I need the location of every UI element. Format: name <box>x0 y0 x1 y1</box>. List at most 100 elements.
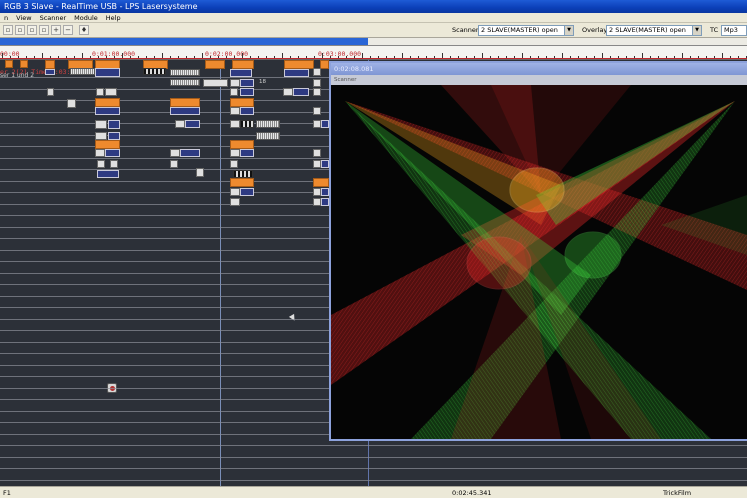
timeline-clip[interactable] <box>20 60 28 68</box>
timeline-clip[interactable] <box>95 132 107 140</box>
timeline-clip[interactable] <box>95 140 120 149</box>
timeline-clip[interactable] <box>105 149 120 157</box>
timeline-clip[interactable] <box>170 160 178 168</box>
timeline-clip[interactable] <box>313 188 321 196</box>
timeline-clip[interactable] <box>205 60 225 69</box>
timeline-clip[interactable] <box>321 160 329 168</box>
timeline-clip[interactable] <box>67 99 76 108</box>
timeline-clip[interactable] <box>230 98 254 107</box>
timeline-clip[interactable] <box>170 79 200 86</box>
timeline-clip[interactable] <box>313 68 321 76</box>
timeline-clip[interactable] <box>96 88 104 96</box>
timeline-clip[interactable] <box>233 170 253 178</box>
timeline-clip[interactable] <box>170 107 200 115</box>
timeline-clip[interactable] <box>170 149 180 157</box>
timeline-clip[interactable] <box>230 88 238 96</box>
timeline-clip[interactable] <box>47 88 54 96</box>
status-time: 0:02:45.341 <box>452 489 492 497</box>
scanner-preview-window[interactable]: 0:02:08.081 Scanner <box>329 61 747 441</box>
menu-scanner[interactable]: Scanner <box>36 13 71 22</box>
timeline-clip[interactable] <box>230 160 238 168</box>
timeline-clip[interactable] <box>95 98 120 107</box>
menu-view[interactable]: View <box>12 13 35 22</box>
timeline-clip[interactable] <box>95 68 120 77</box>
timeline-clip[interactable] <box>313 160 321 168</box>
window-title: RGB 3 Slave - RealTime USB - LPS Lasersy… <box>4 2 198 11</box>
timeline-clip[interactable] <box>313 88 321 96</box>
timeline-clip[interactable] <box>232 60 254 69</box>
timeline-clip[interactable] <box>230 198 240 206</box>
timeline-clip[interactable] <box>284 60 314 69</box>
timeline-clip[interactable] <box>185 120 200 128</box>
timeline-clip[interactable] <box>45 69 55 75</box>
timeline-clip[interactable] <box>180 149 200 157</box>
timeline-clip[interactable] <box>230 149 240 157</box>
timeline-clip[interactable] <box>240 120 254 128</box>
track-lane <box>0 468 747 469</box>
green-circle-shape <box>564 231 622 279</box>
timeline-clip[interactable] <box>284 69 309 77</box>
scanner-window-subtitle: Scanner <box>331 75 747 85</box>
add-icon[interactable]: + <box>51 25 61 35</box>
timeline-clip[interactable] <box>110 160 118 168</box>
timeline-clip[interactable] <box>321 188 329 196</box>
timeline-clip[interactable] <box>321 120 329 128</box>
timeline-clip[interactable] <box>196 168 204 177</box>
timeline-clip[interactable] <box>256 120 280 128</box>
time-selection[interactable] <box>0 38 368 45</box>
timeline-clip[interactable] <box>293 88 309 96</box>
timeline-clip[interactable] <box>170 98 200 107</box>
timeline-clip[interactable] <box>230 120 240 128</box>
timeline-clip[interactable] <box>320 60 329 69</box>
save-icon[interactable]: ▫ <box>27 25 37 35</box>
timeline-clip[interactable] <box>230 69 252 77</box>
menu-file[interactable]: n <box>0 13 12 22</box>
tc-select[interactable]: Mp3 <box>721 25 747 36</box>
menu-module[interactable]: Module <box>70 13 102 22</box>
timeline-clip[interactable] <box>230 79 240 87</box>
timeline-clip[interactable] <box>143 68 166 75</box>
timeline-clip[interactable] <box>230 107 240 115</box>
timeline-clip[interactable] <box>240 88 254 96</box>
timeline-clip[interactable] <box>95 107 120 115</box>
timeline-clip[interactable] <box>313 107 321 115</box>
timeline-clip[interactable] <box>203 79 228 87</box>
timeline-clip[interactable] <box>283 88 293 96</box>
timeline-clip[interactable] <box>240 149 254 157</box>
timeline-clip[interactable] <box>170 69 200 76</box>
timeline-clip[interactable] <box>240 188 254 196</box>
timeline-clip[interactable] <box>70 68 95 75</box>
timeline-clip[interactable] <box>240 107 254 115</box>
timeline-clip[interactable] <box>105 88 117 96</box>
timeline-clip[interactable] <box>108 132 120 140</box>
new-icon[interactable]: ▫ <box>3 25 13 35</box>
timeline-clip[interactable] <box>95 120 107 129</box>
timeline-clip[interactable] <box>313 178 329 187</box>
timeline-clip[interactable] <box>97 170 119 178</box>
timeline-clip[interactable] <box>240 79 254 87</box>
open-icon[interactable]: ▫ <box>15 25 25 35</box>
remove-icon[interactable]: − <box>63 25 73 35</box>
timeline-clip[interactable] <box>313 120 321 128</box>
timeline-clip[interactable] <box>230 140 254 149</box>
overlay-select[interactable]: 2 SLAVE(MASTER) open ▼ <box>606 25 702 36</box>
timeline-clip[interactable] <box>175 120 185 128</box>
scanner-label: Scanner <box>452 26 479 34</box>
timeline-clip[interactable] <box>313 149 321 157</box>
timeline-clip[interactable] <box>256 132 280 140</box>
timeline-clip[interactable] <box>45 60 55 69</box>
timeline-clip[interactable] <box>321 198 329 206</box>
timeline-clip[interactable] <box>230 188 240 196</box>
timeline-clip[interactable] <box>230 178 254 187</box>
timeline-clip[interactable] <box>313 79 321 87</box>
scanner-select[interactable]: 2 SLAVE(MASTER) open ▼ <box>478 25 574 36</box>
timeline-clip[interactable] <box>97 160 105 168</box>
timeline-clip[interactable] <box>5 60 13 68</box>
copy-icon[interactable]: ▫ <box>39 25 49 35</box>
menu-help[interactable]: Help <box>102 13 125 22</box>
timeline-clip[interactable] <box>313 198 321 206</box>
pin-icon[interactable]: ♦ <box>79 25 89 35</box>
timeline-clip[interactable] <box>95 149 105 157</box>
time-selection-track[interactable] <box>0 38 747 46</box>
timeline-clip[interactable] <box>108 120 120 129</box>
